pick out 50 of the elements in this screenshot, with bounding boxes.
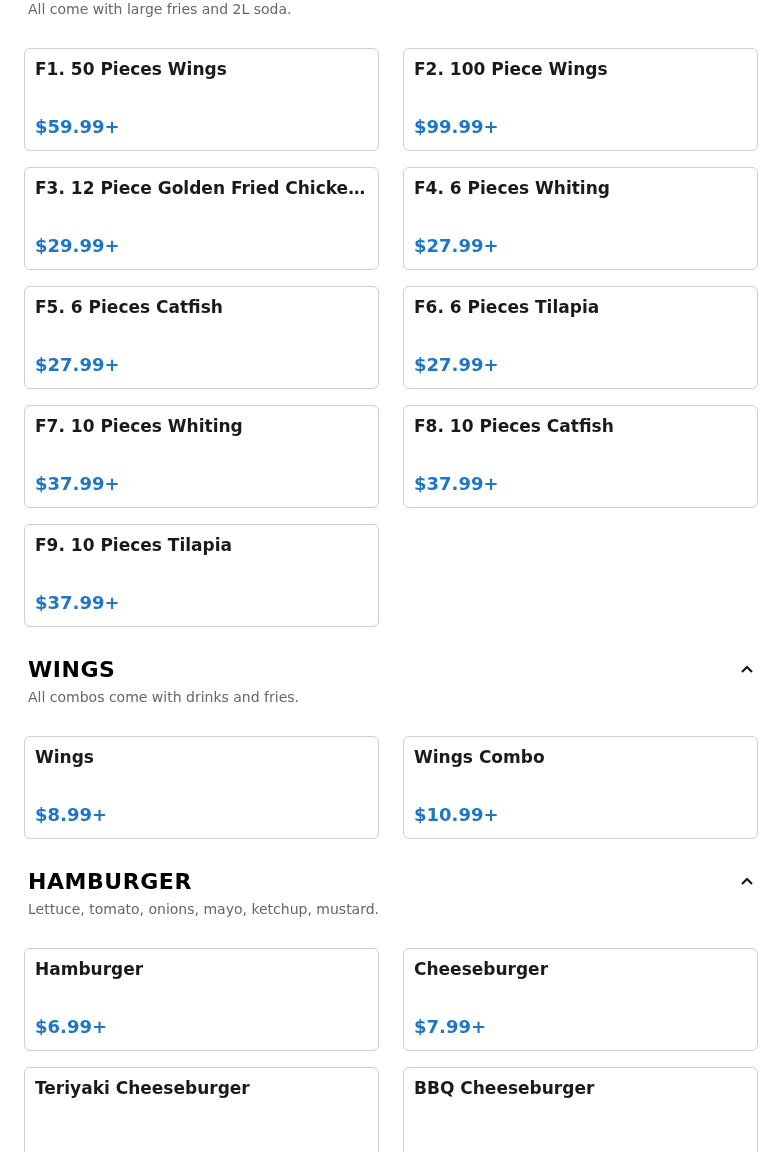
collapse-icon[interactable] <box>740 664 754 674</box>
item-price: $37.99+ <box>35 591 121 615</box>
item-name: F2. 100 Piece Wings <box>414 58 609 81</box>
item-name: F7. 10 Pieces Whiting <box>35 415 244 438</box>
item-name: F6. 6 Pieces Tilapia <box>414 296 601 319</box>
menu-item-card[interactable]: F4. 6 Pieces Whiting $27.99+ <box>403 167 758 270</box>
section-description: All combos come with drinks and fries. <box>27 688 300 706</box>
item-price: $27.99+ <box>414 353 500 377</box>
section-description: All come with large fries and 2L soda. <box>27 0 293 18</box>
section-description: Lettuce, tomato, onions, mayo, ketchup, mustard. <box>27 900 381 918</box>
menu-item-card[interactable]: F2. 100 Piece Wings $99.99+ <box>403 48 758 151</box>
menu-item-card[interactable]: Wings Combo $10.99+ <box>403 736 758 839</box>
section-title: WINGS <box>28 655 116 684</box>
item-name: F9. 10 Pieces Tilapia <box>35 534 234 557</box>
menu-item-card[interactable]: F8. 10 Pieces Catfish $37.99+ <box>403 405 758 508</box>
menu-item-card[interactable]: F7. 10 Pieces Whiting $37.99+ <box>24 405 379 508</box>
item-name: Wings <box>35 746 95 769</box>
item-name: F8. 10 Pieces Catfish <box>414 415 615 438</box>
item-price: $6.99+ <box>35 1015 109 1039</box>
section-title: HAMBURGER <box>28 867 192 896</box>
menu-item-card[interactable]: Wings $8.99+ <box>24 736 379 839</box>
menu-item-card[interactable]: F1. 50 Pieces Wings $59.99+ <box>24 48 379 151</box>
menu-item-card[interactable]: F3. 12 Piece Golden Fried Chicke… $29.99+ <box>24 167 379 270</box>
item-name: BBQ Cheeseburger <box>414 1077 596 1100</box>
item-name: F4. 6 Pieces Whiting <box>414 177 611 200</box>
item-price: $99.99+ <box>414 115 500 139</box>
item-price: $10.99+ <box>414 803 500 827</box>
menu-item-card[interactable]: F9. 10 Pieces Tilapia $37.99+ <box>24 524 379 627</box>
item-name: Hamburger <box>35 958 145 981</box>
item-name: F1. 50 Pieces Wings <box>35 58 228 81</box>
item-name: Teriyaki Cheeseburger <box>35 1077 251 1100</box>
item-price: $59.99+ <box>35 115 121 139</box>
item-price: $27.99+ <box>414 234 500 258</box>
menu-item-card[interactable]: F6. 6 Pieces Tilapia $27.99+ <box>403 286 758 389</box>
item-price: $8.99+ <box>35 803 109 827</box>
menu-item-card[interactable]: F5. 6 Pieces Catfish $27.99+ <box>24 286 379 389</box>
menu-item-card[interactable]: BBQ Cheeseburger <box>403 1067 758 1152</box>
item-price: $29.99+ <box>35 234 121 258</box>
item-name: F3. 12 Piece Golden Fried Chicke… <box>35 177 367 200</box>
item-name: Wings Combo <box>414 746 546 769</box>
item-price: $27.99+ <box>35 353 121 377</box>
item-name: F5. 6 Pieces Catfish <box>35 296 224 319</box>
item-price: $7.99+ <box>414 1015 488 1039</box>
menu-item-card[interactable]: Hamburger $6.99+ <box>24 948 379 1051</box>
menu-item-card[interactable]: Teriyaki Cheeseburger <box>24 1067 379 1152</box>
collapse-icon[interactable] <box>740 876 754 886</box>
item-price: $37.99+ <box>35 472 121 496</box>
menu-item-card[interactable]: Cheeseburger $7.99+ <box>403 948 758 1051</box>
item-price: $37.99+ <box>414 472 500 496</box>
item-name: Cheeseburger <box>414 958 550 981</box>
